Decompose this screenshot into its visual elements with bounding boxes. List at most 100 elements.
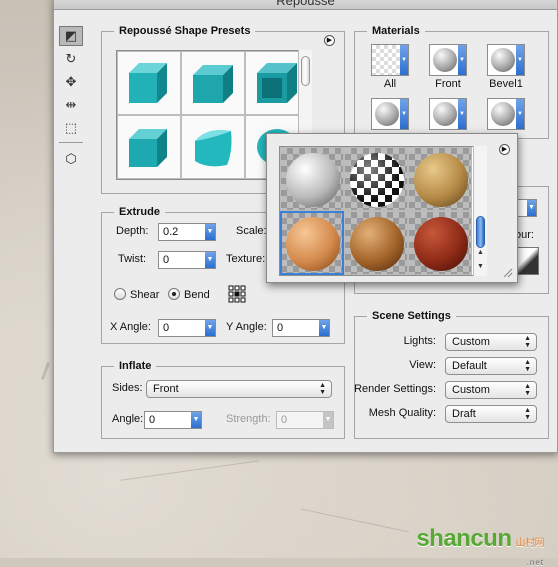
twist-field[interactable]: 0 ▼ — [158, 251, 216, 269]
material-sphere — [414, 153, 468, 207]
materials-menu-icon[interactable]: ▶ — [499, 144, 510, 155]
material-sphere — [350, 217, 404, 271]
material-orange[interactable] — [280, 211, 344, 275]
material-swatch-front[interactable]: ▼ — [429, 44, 467, 76]
material-sphere — [286, 217, 340, 271]
material-swatch-bevel1[interactable]: ▼ — [487, 44, 525, 76]
watermark: shancun 山村网 .net — [416, 525, 545, 567]
scale-icon[interactable]: ⬚ — [59, 118, 83, 138]
material-sphere — [350, 153, 404, 207]
watermark-cn: 山村网 — [515, 538, 545, 549]
bend-label: Bend — [184, 289, 210, 301]
materials-scrollbar[interactable]: ▲ ▼ — [473, 146, 487, 276]
slide-icon[interactable]: ⇹ — [59, 95, 83, 115]
lasso-rotate-icon[interactable]: ◩ — [59, 26, 83, 46]
scene-settings-group: Scene Settings Lights: Custom ▲ ▼ View: D… — [354, 310, 549, 439]
preset-inflate[interactable] — [181, 115, 245, 179]
extrude-title: Extrude — [114, 206, 165, 218]
material-swatch-row2-3[interactable]: ▼ — [487, 98, 525, 130]
bevel-field[interactable]: ▼ — [515, 199, 537, 217]
move-icon[interactable]: ✥ — [59, 72, 83, 92]
scroll-down-icon[interactable]: ▼ — [477, 263, 484, 270]
presets-menu-icon[interactable]: ▶ — [324, 35, 335, 46]
scene-settings-title: Scene Settings — [367, 310, 456, 322]
depth-label: Depth: — [116, 225, 149, 237]
twist-slider-icon[interactable]: ▼ — [205, 252, 215, 268]
material-front-label: Front — [435, 78, 461, 90]
tool-divider — [59, 142, 83, 143]
scale-label: Scale: — [236, 225, 267, 237]
shear-radio[interactable] — [114, 288, 126, 300]
materials-title: Materials — [367, 25, 425, 37]
y-angle-slider-icon[interactable]: ▼ — [319, 320, 329, 336]
rotate-icon[interactable]: ↻ — [59, 49, 83, 69]
material-sphere — [414, 217, 468, 271]
lights-value: Custom — [452, 336, 490, 348]
strength-slider-icon: ▼ — [323, 412, 333, 428]
bevel-dropdown-icon[interactable]: ▼ — [527, 200, 536, 216]
preset-cube-rounded[interactable] — [117, 115, 181, 179]
material-dropdown-icon[interactable]: ▼ — [516, 99, 524, 129]
inflate-group: Inflate Sides: Front ▲ ▼ Angle: 0 ▼ Stren… — [101, 360, 345, 439]
material-wood[interactable] — [344, 211, 408, 275]
material-ball — [433, 102, 457, 126]
y-angle-field[interactable]: 0 ▼ — [272, 319, 330, 337]
preset-cube-bevel[interactable] — [181, 51, 245, 115]
view-select[interactable]: Default ▲ ▼ — [445, 357, 537, 375]
material-gold-texture[interactable] — [408, 147, 472, 211]
depth-field[interactable]: 0.2 ▼ — [158, 223, 216, 241]
reference-point-icon[interactable] — [228, 285, 246, 303]
x-angle-field[interactable]: 0 ▼ — [158, 319, 216, 337]
popup-arrows-icon: ▲ ▼ — [524, 383, 531, 397]
shear-label: Shear — [130, 289, 160, 301]
material-swatch-row2-1[interactable]: ▼ — [371, 98, 409, 130]
preset-cube[interactable] — [117, 51, 181, 115]
material-red[interactable] — [408, 211, 472, 275]
watermark-text: shancun — [416, 525, 512, 552]
resize-grip-icon[interactable] — [501, 266, 513, 278]
material-checker[interactable] — [344, 147, 408, 211]
mesh-quality-label: Mesh Quality: — [368, 407, 436, 419]
material-ball — [375, 102, 399, 126]
y-angle-label: Y Angle: — [226, 321, 267, 333]
texture-label: Texture: — [226, 253, 266, 265]
depth-slider-icon[interactable]: ▼ — [205, 224, 215, 240]
render-settings-select[interactable]: Custom ▲ ▼ — [445, 381, 537, 399]
strength-field: 0 ▼ — [276, 411, 334, 429]
material-chrome[interactable] — [280, 147, 344, 211]
material-dropdown-icon[interactable]: ▼ — [458, 99, 466, 129]
popup-arrows-icon: ▲ ▼ — [524, 335, 531, 349]
material-all-dropdown-icon[interactable]: ▼ — [400, 45, 408, 75]
tool-palette: ◩ ↻ ✥ ⇹ ⬚ ⬡ — [59, 26, 85, 172]
angle-slider-icon[interactable]: ▼ — [191, 412, 201, 428]
materials-picker-popup: ▶ ▲ ▼ — [266, 133, 518, 283]
view-label: View: — [409, 359, 436, 371]
popup-arrows-icon: ▲ ▼ — [524, 407, 531, 421]
x-angle-slider-icon[interactable]: ▼ — [205, 320, 215, 336]
materials-scroll-thumb[interactable] — [476, 216, 485, 248]
lights-select[interactable]: Custom ▲ ▼ — [445, 333, 537, 351]
angle-field[interactable]: 0 ▼ — [144, 411, 202, 429]
material-front-dropdown-icon[interactable]: ▼ — [458, 45, 466, 75]
contour-swatch[interactable] — [517, 247, 539, 275]
mesh-quality-select[interactable]: Draft ▲ ▼ — [445, 405, 537, 423]
cube-view-icon[interactable]: ⬡ — [59, 149, 83, 169]
watermark-sub: .net — [526, 558, 544, 567]
angle-label: Angle: — [112, 413, 144, 425]
material-bevel1-ball — [491, 48, 515, 72]
popup-arrows-icon: ▲ ▼ — [524, 359, 531, 373]
inflate-preset-icon — [195, 130, 232, 167]
material-swatch-all[interactable]: ▼ — [371, 44, 409, 76]
view-value: Default — [452, 360, 487, 372]
bend-radio[interactable] — [168, 288, 180, 300]
material-bevel1-dropdown-icon[interactable]: ▼ — [516, 45, 524, 75]
strength-value: 0 — [281, 414, 288, 426]
scroll-up-icon[interactable]: ▲ — [477, 249, 484, 256]
presets-scroll-thumb[interactable] — [301, 56, 310, 86]
y-angle-value: 0 — [277, 322, 284, 334]
material-dropdown-icon[interactable]: ▼ — [400, 99, 408, 129]
sides-select[interactable]: Front ▲ ▼ — [146, 380, 332, 398]
render-settings-label: Render Settings: — [354, 383, 436, 395]
material-swatch-row2-2[interactable]: ▼ — [429, 98, 467, 130]
material-ball — [491, 102, 515, 126]
